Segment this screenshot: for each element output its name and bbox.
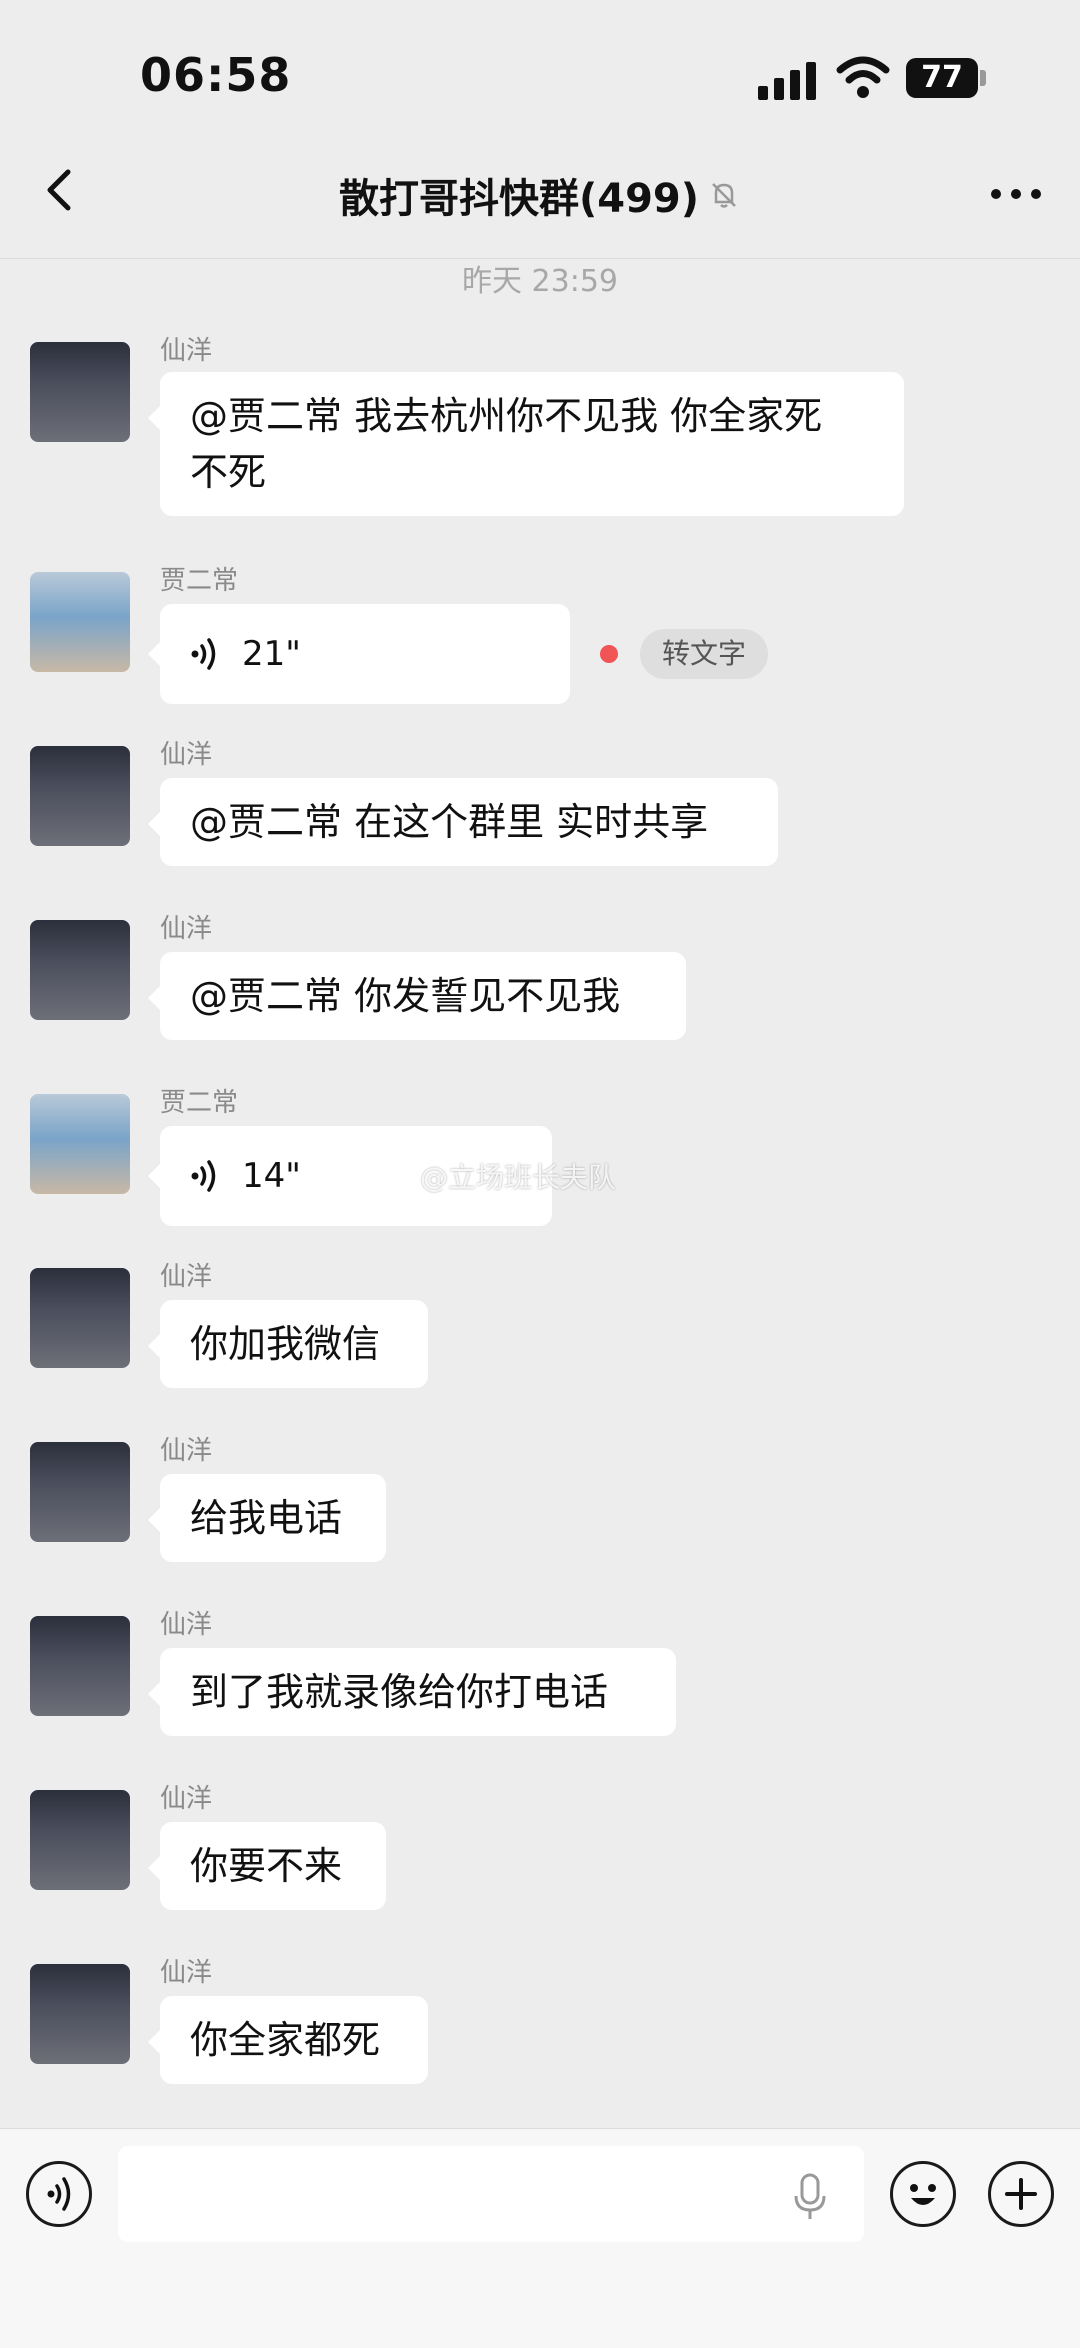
voice-wave-icon xyxy=(191,1160,216,1192)
message-bubble[interactable]: @贾二常 在这个群里 实时共享 xyxy=(148,778,778,866)
chat-timestamp: 昨天 23:59 xyxy=(462,264,618,299)
add-button[interactable] xyxy=(988,2161,1054,2227)
avatar[interactable] xyxy=(30,746,130,846)
avatar[interactable] xyxy=(30,572,130,672)
chat-title-text: 散打哥抖快群(499) xyxy=(338,176,700,222)
message-bubble[interactable]: 给我电话 xyxy=(148,1474,386,1562)
voice-duration: 14" xyxy=(242,1156,301,1196)
watermark: @立场班长夫队 xyxy=(420,1161,617,1194)
avatar[interactable] xyxy=(30,1964,130,2064)
avatar[interactable] xyxy=(30,1790,130,1890)
voice-message[interactable]: 21" xyxy=(148,604,570,704)
sender-name: 仙洋 xyxy=(160,1610,213,1640)
signal-icon xyxy=(758,58,818,100)
message-bubble[interactable]: @贾二常 我去杭州你不见我 你全家死 不死 xyxy=(148,372,904,516)
battery-level: 77 xyxy=(906,58,978,98)
message-bubble[interactable]: @贾二常 你发誓见不见我 xyxy=(148,952,686,1040)
bell-off-icon xyxy=(712,183,736,208)
sender-name: 贾二常 xyxy=(160,566,239,596)
voice-duration: 21" xyxy=(242,634,301,674)
status-bar: 06:58 77 xyxy=(0,0,1080,150)
avatar[interactable] xyxy=(30,1442,130,1542)
unread-dot xyxy=(600,645,618,663)
sender-name: 贾二常 xyxy=(160,1088,239,1118)
emoji-icon xyxy=(910,2184,936,2205)
sender-name: 仙洋 xyxy=(160,1958,213,1988)
more-button[interactable] xyxy=(984,170,1048,218)
sender-name: 仙洋 xyxy=(160,914,213,944)
avatar[interactable] xyxy=(30,1268,130,1368)
sender-name: 仙洋 xyxy=(160,1784,213,1814)
sender-name: 仙洋 xyxy=(160,740,213,770)
plus-icon xyxy=(1005,2178,1037,2210)
wifi-icon xyxy=(836,56,890,98)
avatar[interactable] xyxy=(30,342,130,442)
avatar[interactable] xyxy=(30,920,130,1020)
voice-toggle-button[interactable] xyxy=(26,2161,92,2227)
transcribe-button[interactable]: 转文字 xyxy=(640,629,769,679)
message-bubble[interactable]: 你全家都死 xyxy=(148,1996,428,2084)
message-bubble[interactable]: 你要不来 xyxy=(148,1822,386,1910)
voice-wave-icon xyxy=(191,638,216,670)
battery-nub xyxy=(980,70,986,86)
message-input[interactable] xyxy=(118,2146,864,2242)
status-time: 06:58 xyxy=(140,48,292,102)
mic-icon[interactable] xyxy=(790,2172,830,2222)
voice-toggle-icon xyxy=(47,2177,71,2211)
message-bubble[interactable]: 你加我微信 xyxy=(148,1300,428,1388)
emoji-button[interactable] xyxy=(890,2161,956,2227)
avatar[interactable] xyxy=(30,1094,130,1194)
chat-title: 散打哥抖快群(499) xyxy=(0,166,1080,224)
sender-name: 仙洋 xyxy=(160,336,213,366)
message-bubble[interactable]: 到了我就录像给你打电话 xyxy=(148,1648,676,1736)
sender-name: 仙洋 xyxy=(160,1436,213,1466)
sender-name: 仙洋 xyxy=(160,1262,213,1292)
avatar[interactable] xyxy=(30,1616,130,1716)
